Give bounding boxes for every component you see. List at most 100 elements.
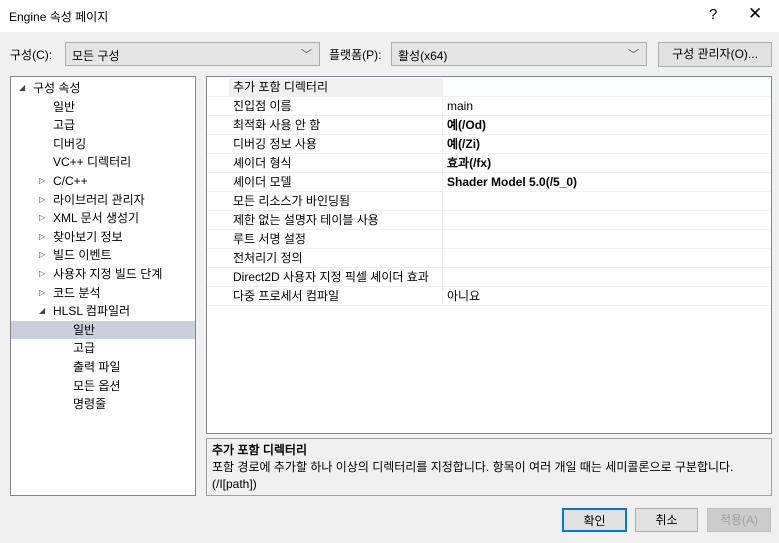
config-value: 모든 구성: [72, 49, 120, 63]
property-row[interactable]: 셰이더 모델 Shader Model 5.0(/5_0): [207, 173, 771, 192]
property-row[interactable]: 모든 리소스가 바인딩됨: [207, 192, 771, 211]
tree-item-label: 코드 분석: [53, 285, 101, 300]
config-manager-button[interactable]: 구성 관리자(O)...: [658, 42, 772, 67]
property-name: 셰이더 모델: [229, 173, 443, 191]
property-row[interactable]: Direct2D 사용자 지정 픽셀 셰이더 효과: [207, 268, 771, 287]
tree-item-label: 라이브러리 관리자: [53, 192, 145, 207]
tree-item-label: 일반: [73, 322, 96, 337]
tree-item[interactable]: 고급: [11, 116, 195, 134]
tree-item[interactable]: ▷ 사용자 지정 빌드 단계: [11, 265, 195, 283]
tree-item[interactable]: ◢ HLSL 컴파일러: [11, 302, 195, 320]
tree-item[interactable]: 모든 옵션: [11, 377, 195, 395]
property-value[interactable]: [444, 268, 447, 286]
expand-arrow-icon[interactable]: ▷: [39, 246, 45, 264]
expand-arrow-icon[interactable]: ▷: [39, 284, 45, 302]
property-name: 디버깅 정보 사용: [229, 135, 443, 153]
property-value[interactable]: [444, 230, 447, 248]
property-row[interactable]: 제한 없는 설명자 테이블 사용: [207, 211, 771, 230]
platform-label: 플랫폼(P):: [329, 48, 382, 62]
property-row[interactable]: 진입점 이름 main: [207, 97, 771, 116]
property-grid[interactable]: 추가 포함 디렉터리 진입점 이름 main 최적화 사용 안 함 예(/Od) 디버깅 …: [206, 76, 772, 434]
expand-arrow-icon[interactable]: ▷: [39, 209, 45, 227]
help-button[interactable]: ?: [709, 6, 717, 23]
tree-item-label: VC++ 디렉터리: [53, 155, 132, 170]
tree-item[interactable]: 디버깅: [11, 135, 195, 153]
property-name: 최적화 사용 안 함: [229, 116, 443, 134]
collapse-arrow-icon[interactable]: ◢: [19, 79, 25, 97]
tree-item[interactable]: 일반: [11, 320, 195, 339]
description-panel: 추가 포함 디렉터리 포함 경로에 추가할 하나 이상의 디렉터리를 지정합니다…: [206, 438, 772, 496]
tree-item[interactable]: ◢ 구성 속성: [11, 79, 195, 97]
tree-item-label: 구성 속성: [33, 81, 81, 95]
property-value[interactable]: 예(/Od): [444, 116, 486, 134]
property-name: 루트 서명 설정: [229, 230, 443, 248]
config-label: 구성(C):: [10, 48, 53, 62]
description-title: 추가 포함 디렉터리: [212, 443, 307, 457]
property-name: 모든 리소스가 바인딩됨: [229, 192, 443, 210]
tree-item[interactable]: 일반: [11, 98, 195, 116]
tree-item-label: 사용자 지정 빌드 단계: [53, 267, 163, 281]
tree-item-label: 출력 파일: [73, 360, 121, 374]
property-value[interactable]: 예(/Zi): [444, 135, 480, 153]
property-row[interactable]: 추가 포함 디렉터리: [207, 78, 771, 97]
property-name: 셰이더 형식: [229, 154, 443, 172]
property-value[interactable]: 아니요: [444, 287, 480, 305]
tree-item-label: 고급: [73, 341, 96, 356]
property-row[interactable]: 루트 서명 설정: [207, 230, 771, 249]
property-value[interactable]: [444, 211, 447, 229]
property-value[interactable]: main: [444, 97, 473, 115]
tree-item-label: 디버깅: [53, 136, 87, 151]
platform-dropdown[interactable]: 활성(x64) ﹀: [391, 42, 647, 66]
property-value[interactable]: [444, 78, 771, 96]
tree-item[interactable]: ▷ 찾아보기 정보: [11, 228, 195, 246]
tree-item[interactable]: VC++ 디렉터리: [11, 153, 195, 171]
tree-item-label: XML 문서 생성기: [53, 211, 140, 226]
tree-item[interactable]: 출력 파일: [11, 358, 195, 376]
property-row[interactable]: 다중 프로세서 컴파일 아니요: [207, 287, 771, 306]
close-button[interactable]: ✕: [748, 4, 762, 24]
property-name: 추가 포함 디렉터리: [229, 78, 443, 96]
property-value[interactable]: 효과(/fx): [444, 154, 491, 172]
window-title: Engine 속성 페이지: [9, 10, 109, 24]
tree-item[interactable]: ▷ C/C++: [11, 172, 195, 190]
chevron-down-icon: ﹀: [301, 49, 312, 61]
property-value[interactable]: [444, 249, 447, 267]
tree-item-label: 모든 옵션: [73, 378, 121, 393]
tree-item-label: 찾아보기 정보: [53, 229, 123, 244]
tree-item-label: 명령줄: [73, 397, 107, 412]
expand-arrow-icon[interactable]: ▷: [39, 191, 45, 209]
expand-arrow-icon[interactable]: ▷: [39, 172, 45, 190]
apply-button[interactable]: 적용(A): [707, 508, 771, 532]
tree-item[interactable]: ▷ 빌드 이벤트: [11, 246, 195, 264]
property-row[interactable]: 셰이더 형식 효과(/fx): [207, 154, 771, 173]
tree-item[interactable]: 고급: [11, 339, 195, 357]
tree-item[interactable]: 명령줄: [11, 395, 195, 413]
title-bar: Engine 속성 페이지 ? ✕: [0, 0, 779, 32]
property-name: 제한 없는 설명자 테이블 사용: [229, 211, 443, 229]
cancel-button[interactable]: 취소: [635, 508, 698, 532]
tree-item-label: 고급: [53, 118, 76, 133]
ok-button[interactable]: 확인: [562, 508, 627, 532]
property-tree[interactable]: ◢ 구성 속성 일반 고급 디버깅 VC++ 디렉터리 ▷ C/C++ ▷ 라이브러리 관리자 ▷ X…: [10, 76, 196, 496]
chevron-down-icon: ﹀: [628, 49, 639, 61]
tree-item-label: 빌드 이벤트: [53, 248, 112, 263]
expand-arrow-icon[interactable]: ▷: [39, 228, 45, 246]
tree-item-label: 일반: [53, 99, 76, 114]
property-row[interactable]: 전처리기 정의: [207, 249, 771, 268]
tree-item-label: C/C++: [53, 174, 88, 188]
description-text: 포함 경로에 추가할 하나 이상의 디렉터리를 지정합니다. 항목이 여러 개일…: [212, 460, 734, 491]
expand-arrow-icon[interactable]: ▷: [39, 265, 45, 283]
property-value[interactable]: Shader Model 5.0(/5_0): [444, 173, 577, 191]
tree-item[interactable]: ▷ 코드 분석: [11, 284, 195, 302]
property-name: 전처리기 정의: [229, 249, 443, 267]
config-dropdown[interactable]: 모든 구성 ﹀: [65, 42, 320, 66]
property-row[interactable]: 최적화 사용 안 함 예(/Od): [207, 116, 771, 135]
property-name: Direct2D 사용자 지정 픽셀 셰이더 효과: [229, 268, 443, 286]
property-row[interactable]: 디버깅 정보 사용 예(/Zi): [207, 135, 771, 154]
property-value[interactable]: [444, 192, 447, 210]
property-name: 다중 프로세서 컴파일: [229, 287, 443, 305]
collapse-arrow-icon[interactable]: ◢: [39, 302, 45, 320]
tree-item[interactable]: ▷ XML 문서 생성기: [11, 209, 195, 227]
tree-item[interactable]: ▷ 라이브러리 관리자: [11, 191, 195, 209]
platform-value: 활성(x64): [398, 49, 448, 63]
